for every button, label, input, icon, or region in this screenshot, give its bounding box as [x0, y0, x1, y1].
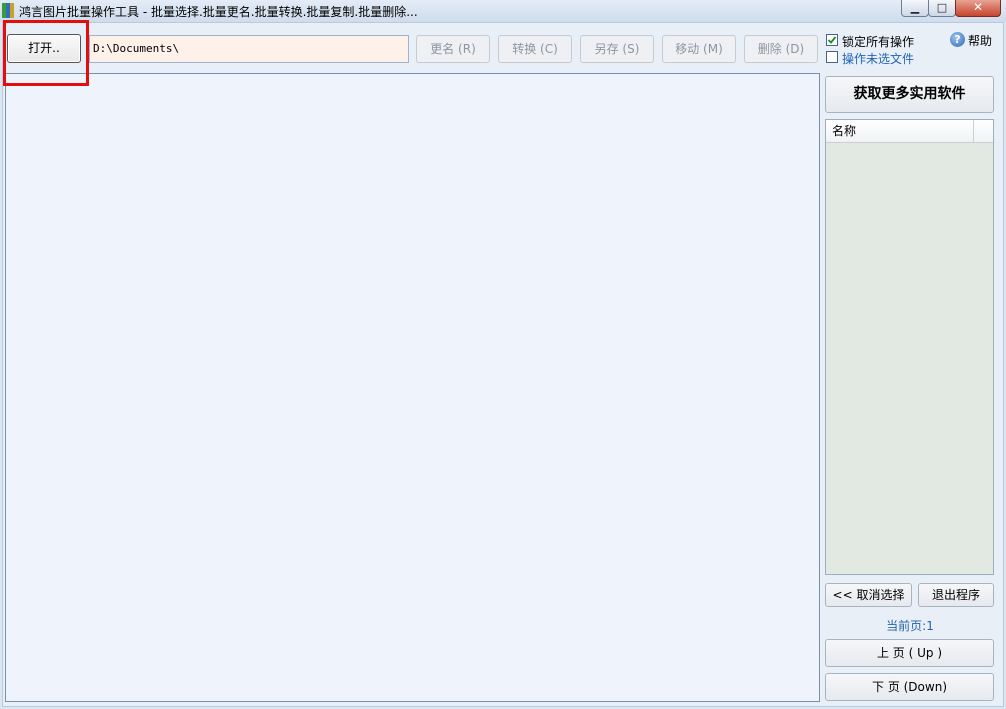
column-header-filler	[974, 120, 993, 143]
open-button[interactable]: 打开..	[7, 34, 81, 63]
page-up-button[interactable]: 上 页 ( Up )	[825, 639, 994, 667]
file-view-pane[interactable]	[5, 73, 820, 702]
window-title: 鸿言图片批量操作工具 - 批量选择.批量更名.批量转换.批量复制.批量删除...	[19, 5, 418, 19]
minimize-button[interactable]: ▁	[901, 0, 929, 17]
title-bar[interactable]: 鸿言图片批量操作工具 - 批量选择.批量更名.批量转换.批量复制.批量删除...…	[0, 0, 1006, 22]
checkmark-icon	[827, 36, 837, 44]
operate-unselected-checkbox[interactable]	[826, 51, 838, 63]
help-link[interactable]: 帮助	[968, 32, 992, 49]
rename-button[interactable]: 更名 (R)	[416, 35, 490, 63]
help-icon[interactable]: ?	[950, 32, 965, 47]
delete-button[interactable]: 删除 (D)	[744, 35, 818, 63]
lock-all-checkbox[interactable]	[826, 34, 838, 46]
page-down-button[interactable]: 下 页 (Down)	[825, 673, 994, 701]
close-button[interactable]: ✕	[955, 0, 1001, 17]
more-software-button[interactable]: 获取更多实用软件	[825, 76, 994, 113]
path-field[interactable]: D:\Documents\	[89, 35, 409, 63]
operate-unselected-label[interactable]: 操作未选文件	[842, 50, 914, 67]
name-list[interactable]: 名称	[825, 119, 994, 575]
name-column-header[interactable]: 名称	[826, 120, 974, 143]
minimize-icon: ▁	[910, 1, 920, 14]
cancel-selection-button[interactable]: << 取消选择	[825, 583, 912, 607]
save-as-button[interactable]: 另存 (S)	[580, 35, 654, 63]
maximize-button[interactable]: □	[928, 0, 956, 17]
move-button[interactable]: 移动 (M)	[662, 35, 736, 63]
convert-button[interactable]: 转换 (C)	[498, 35, 572, 63]
current-page-label: 当前页:1	[886, 619, 934, 633]
app-icon	[2, 3, 14, 18]
main-window: 打开.. D:\Documents\ 更名 (R) 转换 (C) 另存 (S) …	[2, 22, 1004, 707]
open-button-label: 打开..	[28, 41, 60, 55]
close-icon: ✕	[972, 0, 984, 14]
maximize-icon: □	[936, 1, 948, 14]
lock-all-label[interactable]: 锁定所有操作	[842, 33, 914, 50]
exit-button[interactable]: 退出程序	[918, 583, 994, 607]
